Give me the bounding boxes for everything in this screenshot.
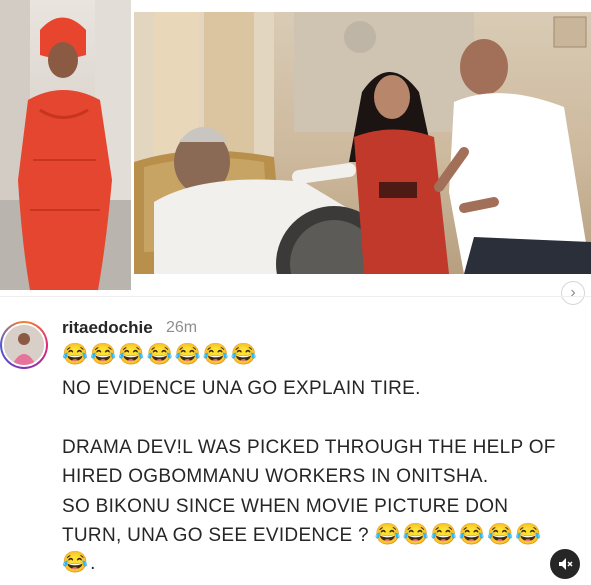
laughing-emoji-row: 😂😂😂😂😂😂 <box>374 523 544 546</box>
divider <box>0 296 591 297</box>
photo-movie-scene <box>134 12 591 274</box>
username[interactable]: ritaedochie <box>62 318 153 338</box>
caption-line-6: 😂. <box>62 551 96 575</box>
laughing-emoji: 😂 <box>62 551 91 574</box>
caption-text: TURN, UNA GO SEE EVIDENCE ? <box>62 525 369 546</box>
caption-line-5: TURN, UNA GO SEE EVIDENCE ? 😂😂😂😂😂😂 <box>62 523 543 547</box>
caption-period: . <box>90 553 96 574</box>
avatar-story-ring[interactable] <box>0 321 48 369</box>
caption-line-2: DRAMA DEV!L WAS PICKED THROUGH THE HELP … <box>62 437 556 458</box>
avatar[interactable] <box>2 323 46 367</box>
timestamp[interactable]: 26m <box>166 319 197 337</box>
photo-woman-red-dress <box>0 0 131 290</box>
caption-line-1: NO EVIDENCE UNA GO EXPLAIN TIRE. <box>62 378 421 399</box>
image-carousel[interactable]: › <box>0 0 591 305</box>
speaker-muted-icon[interactable] <box>550 549 580 579</box>
caption-line-3: HIRED OGBOMMANU WORKERS IN ONITSHA. <box>62 466 489 487</box>
chevron-right-icon[interactable]: › <box>561 281 585 305</box>
emoji-row: 😂😂😂😂😂😂😂 <box>62 343 260 366</box>
caption-line-4: SO BIKONU SINCE WHEN MOVIE PICTURE DON <box>62 496 509 517</box>
post-caption: ritaedochie 26m 😂😂😂😂😂😂😂 NO EVIDENCE UNA … <box>0 305 591 585</box>
